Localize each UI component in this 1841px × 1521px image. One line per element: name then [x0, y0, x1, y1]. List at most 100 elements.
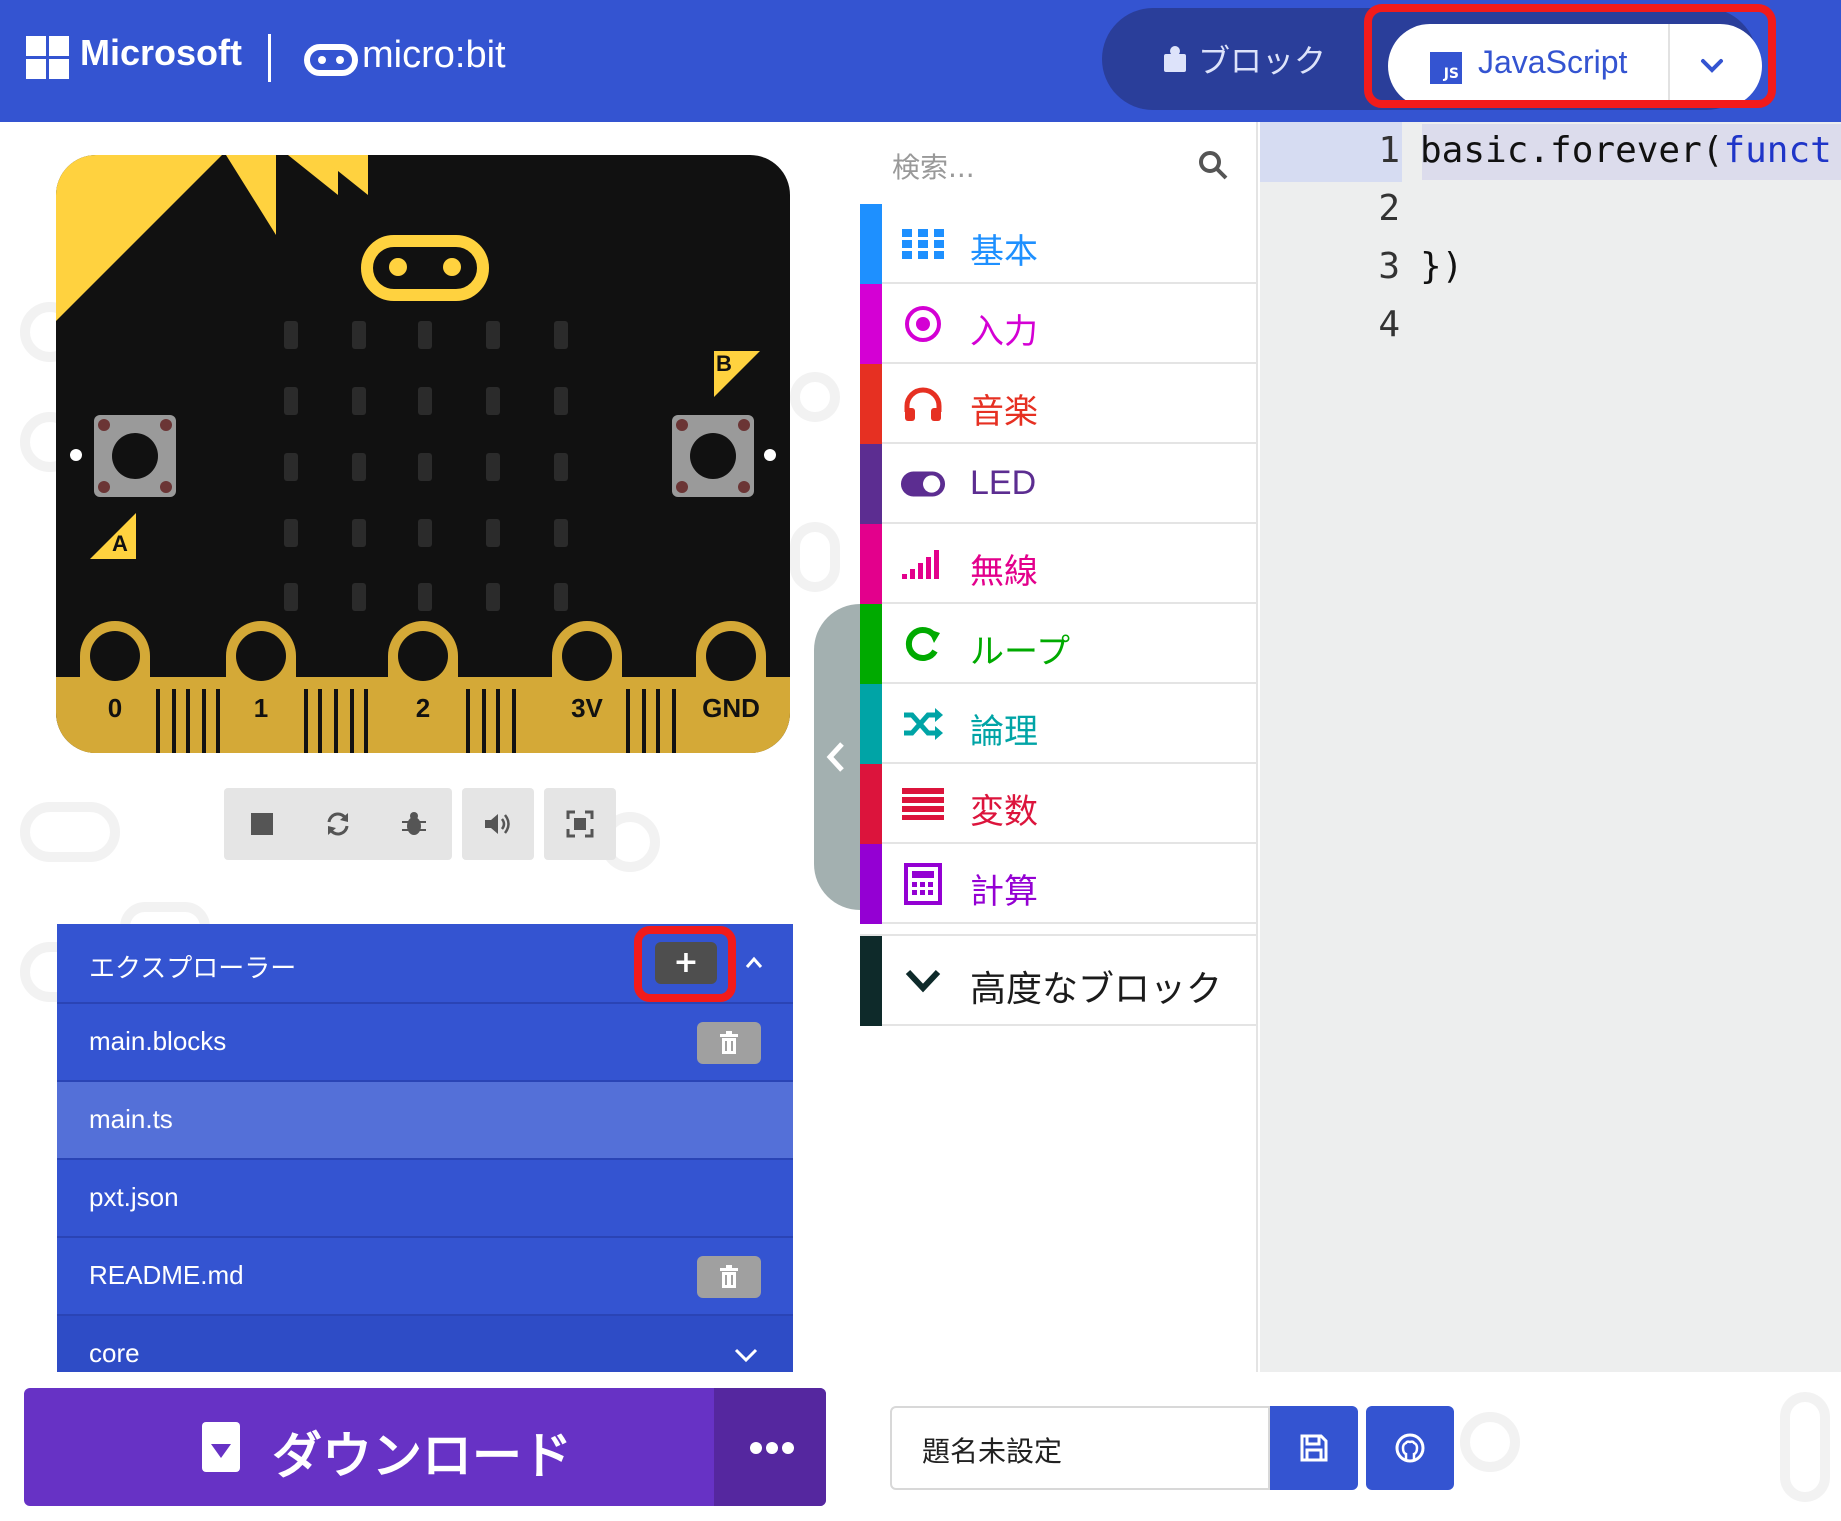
line-number: 3	[1378, 246, 1400, 287]
edge-strip	[334, 689, 338, 753]
pin-0[interactable]: 0	[80, 621, 150, 753]
app-root: Microsoft micro:bit ブロック JS JavaScript A…	[0, 0, 1841, 1521]
led	[554, 519, 568, 547]
led	[554, 583, 568, 611]
delete-file-button[interactable]	[697, 1256, 761, 1298]
highlight-box-add-file	[634, 926, 736, 1002]
stop-icon	[251, 813, 273, 835]
pin-label: 0	[107, 693, 123, 723]
pin-3v[interactable]: 3V	[552, 621, 622, 753]
background-decoration	[20, 802, 120, 862]
chevron-down-icon[interactable]	[733, 1346, 759, 1364]
github-button[interactable]	[1366, 1406, 1454, 1490]
fullscreen-button[interactable]	[544, 788, 616, 860]
category-loops[interactable]: ループ	[860, 604, 1258, 684]
debug-button[interactable]	[376, 788, 452, 860]
pin-gnd[interactable]: GND	[696, 621, 766, 753]
fullscreen-icon	[566, 810, 594, 838]
microbit-logo-touch[interactable]	[361, 235, 489, 301]
toggle-icon	[900, 462, 946, 506]
led	[486, 519, 500, 547]
edge-strip	[496, 689, 500, 753]
restart-button[interactable]	[300, 788, 376, 860]
button-a[interactable]	[94, 415, 176, 497]
search-icon[interactable]	[1198, 150, 1228, 180]
file-row-pxt-json[interactable]: pxt.json	[57, 1158, 793, 1236]
download-button[interactable]: ダウンロード	[24, 1388, 826, 1506]
file-row-readme[interactable]: README.md	[57, 1236, 793, 1314]
grid-icon	[900, 222, 946, 266]
more-options-button[interactable]	[714, 1388, 826, 1506]
puzzle-icon	[1164, 46, 1186, 72]
category-radio[interactable]: 無線	[860, 524, 1258, 604]
highlight-box-javascript	[1364, 4, 1776, 108]
code-text: basic.forever(	[1420, 130, 1724, 171]
save-icon	[1300, 1434, 1328, 1462]
pin-1[interactable]: 1	[226, 621, 296, 753]
delete-file-button[interactable]	[697, 1022, 761, 1064]
edge-strip	[672, 689, 676, 753]
category-label: LED	[970, 464, 1037, 502]
category-label: 計算	[970, 872, 1038, 912]
toolbox-search-input[interactable]: 検索...	[892, 146, 975, 186]
blocks-tab[interactable]: ブロック	[1164, 36, 1326, 82]
project-name-input[interactable]: 題名未設定	[890, 1406, 1270, 1490]
microbit-logo-icon	[304, 44, 358, 76]
signal-icon	[900, 542, 946, 586]
line-number: 2	[1378, 188, 1400, 229]
edge-strip	[364, 689, 368, 753]
shuffle-icon	[900, 702, 946, 746]
file-row-main-blocks[interactable]: main.blocks	[57, 1002, 793, 1080]
led	[284, 583, 298, 611]
led	[352, 321, 366, 349]
category-advanced[interactable]: 高度なブロック	[860, 934, 1258, 1026]
code-editor[interactable]: 1 2 3 4 basic.forever(funct })	[1260, 122, 1841, 1372]
download-icon	[202, 1422, 240, 1472]
trash-icon	[720, 1031, 738, 1054]
led	[284, 321, 298, 349]
file-row-core[interactable]: core	[57, 1314, 793, 1372]
save-button[interactable]	[1270, 1406, 1358, 1490]
category-label: 基本	[970, 232, 1038, 272]
category-basic[interactable]: 基本	[860, 204, 1258, 284]
microbit-brand[interactable]: micro:bit	[362, 34, 506, 77]
category-logic[interactable]: 論理	[860, 684, 1258, 764]
file-row-main-ts[interactable]: main.ts	[57, 1080, 793, 1158]
category-input[interactable]: 入力	[860, 284, 1258, 364]
led	[554, 453, 568, 481]
led	[352, 387, 366, 415]
led	[554, 321, 568, 349]
collapse-simulator-handle[interactable]	[814, 604, 860, 910]
chevron-down-icon	[905, 969, 941, 993]
simulator-controls	[224, 788, 452, 860]
button-b-label: B	[716, 351, 732, 376]
download-label: ダウンロード	[272, 1427, 572, 1485]
button-b[interactable]	[672, 415, 754, 497]
line-number: 1	[1378, 130, 1400, 171]
file-name: main.ts	[89, 1104, 173, 1134]
chevron-left-icon	[826, 742, 844, 772]
board-tooth	[318, 155, 368, 195]
file-name: README.md	[89, 1260, 244, 1290]
category-music[interactable]: 音楽	[860, 364, 1258, 444]
sound-button[interactable]	[462, 788, 534, 860]
pin-label: 3V	[571, 693, 603, 723]
stop-button[interactable]	[224, 788, 300, 860]
led	[418, 321, 432, 349]
category-math[interactable]: 計算	[860, 844, 1258, 924]
code-keyword: funct	[1723, 130, 1832, 171]
code-line-3[interactable]: })	[1420, 246, 1463, 287]
category-led[interactable]: LED	[860, 444, 1258, 524]
chevron-up-icon[interactable]	[745, 954, 763, 972]
category-variables[interactable]: 変数	[860, 764, 1258, 844]
pin-2[interactable]: 2	[388, 621, 458, 753]
code-line-1[interactable]: basic.forever(funct	[1420, 130, 1832, 171]
loop-icon	[900, 622, 946, 666]
lines-icon	[900, 782, 946, 826]
category-label: 論理	[970, 712, 1038, 752]
category-label: 入力	[970, 312, 1038, 352]
sound-icon	[485, 814, 510, 834]
restart-icon	[327, 812, 349, 836]
led	[352, 519, 366, 547]
board-corner	[56, 155, 222, 321]
